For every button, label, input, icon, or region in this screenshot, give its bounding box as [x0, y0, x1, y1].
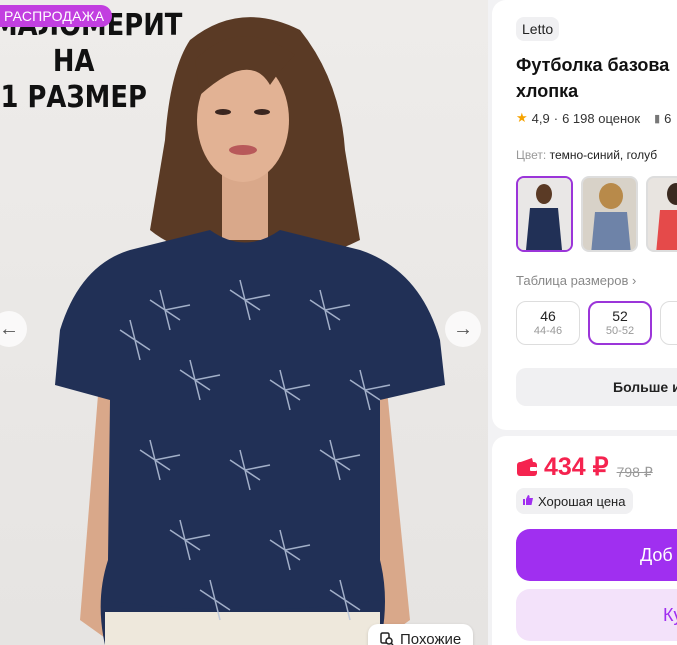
old-price: 798 ₽ [616, 464, 653, 480]
size-table-link[interactable]: Таблица размеров › [516, 273, 636, 288]
size-number: 52 [612, 308, 628, 324]
size-option[interactable]: 5 [660, 301, 677, 345]
promo-line-3: 1 РАЗМЕР [0, 80, 147, 115]
product-title-line-1: Футболка базова [516, 55, 670, 75]
size-selector: 46 44-46 52 50-52 5 [516, 301, 677, 345]
price-row: 434 ₽ 798 ₽ [516, 452, 653, 482]
product-info-card: Letto Футболка базова хлопка ★ 4,9 · 6 1… [492, 0, 677, 430]
similar-button[interactable]: Похожие [368, 624, 474, 645]
more-info-button[interactable]: Больше и [516, 368, 677, 406]
good-price-badge: Хорошая цена [516, 488, 634, 514]
color-thumbnails [516, 176, 677, 252]
thumb-image [518, 178, 571, 250]
size-option[interactable]: 46 44-46 [516, 301, 580, 345]
arrow-left-icon: ← [0, 317, 19, 340]
price-value: 434 ₽ [544, 453, 609, 481]
brand-tag[interactable]: Letto [516, 17, 560, 41]
reviews-count: 6 198 оценок [562, 110, 641, 126]
wallet-icon [517, 458, 537, 476]
size-option-selected[interactable]: 52 50-52 [588, 301, 652, 345]
questions-count: 6 [664, 110, 672, 126]
similar-search-icon [380, 632, 394, 645]
color-thumb-1[interactable] [516, 176, 573, 252]
size-table-label: Таблица размеров [516, 273, 629, 288]
size-range: 5 [661, 308, 677, 323]
size-range: 50-52 [605, 325, 635, 337]
size-number: 46 [540, 308, 556, 324]
thumbs-up-icon [522, 494, 534, 509]
rating-row[interactable]: ★ 4,9 · 6 198 оценок ▮ 6 [516, 110, 671, 126]
chevron-right-icon: › [632, 273, 637, 288]
arrow-right-icon: → [453, 317, 473, 340]
thumb-image [648, 178, 677, 250]
similar-label: Похожие [400, 630, 462, 645]
sale-badge: РАСПРОДАЖА [0, 5, 113, 27]
current-price: 434 ₽ [516, 452, 609, 482]
rating-separator: · [553, 110, 559, 126]
next-photo-button[interactable]: → [445, 311, 481, 347]
add-to-cart-button[interactable]: Доб [516, 529, 677, 581]
promo-line-2: НА [52, 44, 95, 79]
good-price-label: Хорошая цена [538, 493, 626, 509]
color-label: Цвет: [516, 148, 547, 162]
size-range: 44-46 [533, 325, 563, 337]
color-row: Цвет: темно-синий, голуб [516, 148, 657, 162]
thumb-image [583, 178, 636, 250]
star-icon: ★ [516, 110, 528, 125]
product-photo[interactable]: МАЛОМЕРИТ НА 1 РАЗМЕР РАСПРОДАЖА ← → Пох… [0, 0, 488, 645]
buy-now-button[interactable]: Ку [516, 589, 677, 641]
color-thumb-3[interactable] [646, 176, 677, 252]
product-title: Футболка базова хлопка [516, 52, 677, 104]
color-thumb-2[interactable] [581, 176, 638, 252]
product-title-line-2: хлопка [516, 81, 579, 101]
questions-icon: ▮ [654, 112, 661, 125]
purchase-card: 434 ₽ 798 ₽ Хорошая цена Доб Ку [492, 436, 677, 645]
product-page: МАЛОМЕРИТ НА 1 РАЗМЕР РАСПРОДАЖА ← → Пох… [0, 0, 677, 645]
color-value: темно-синий, голуб [549, 148, 658, 162]
rating-value: 4,9 [531, 110, 550, 126]
